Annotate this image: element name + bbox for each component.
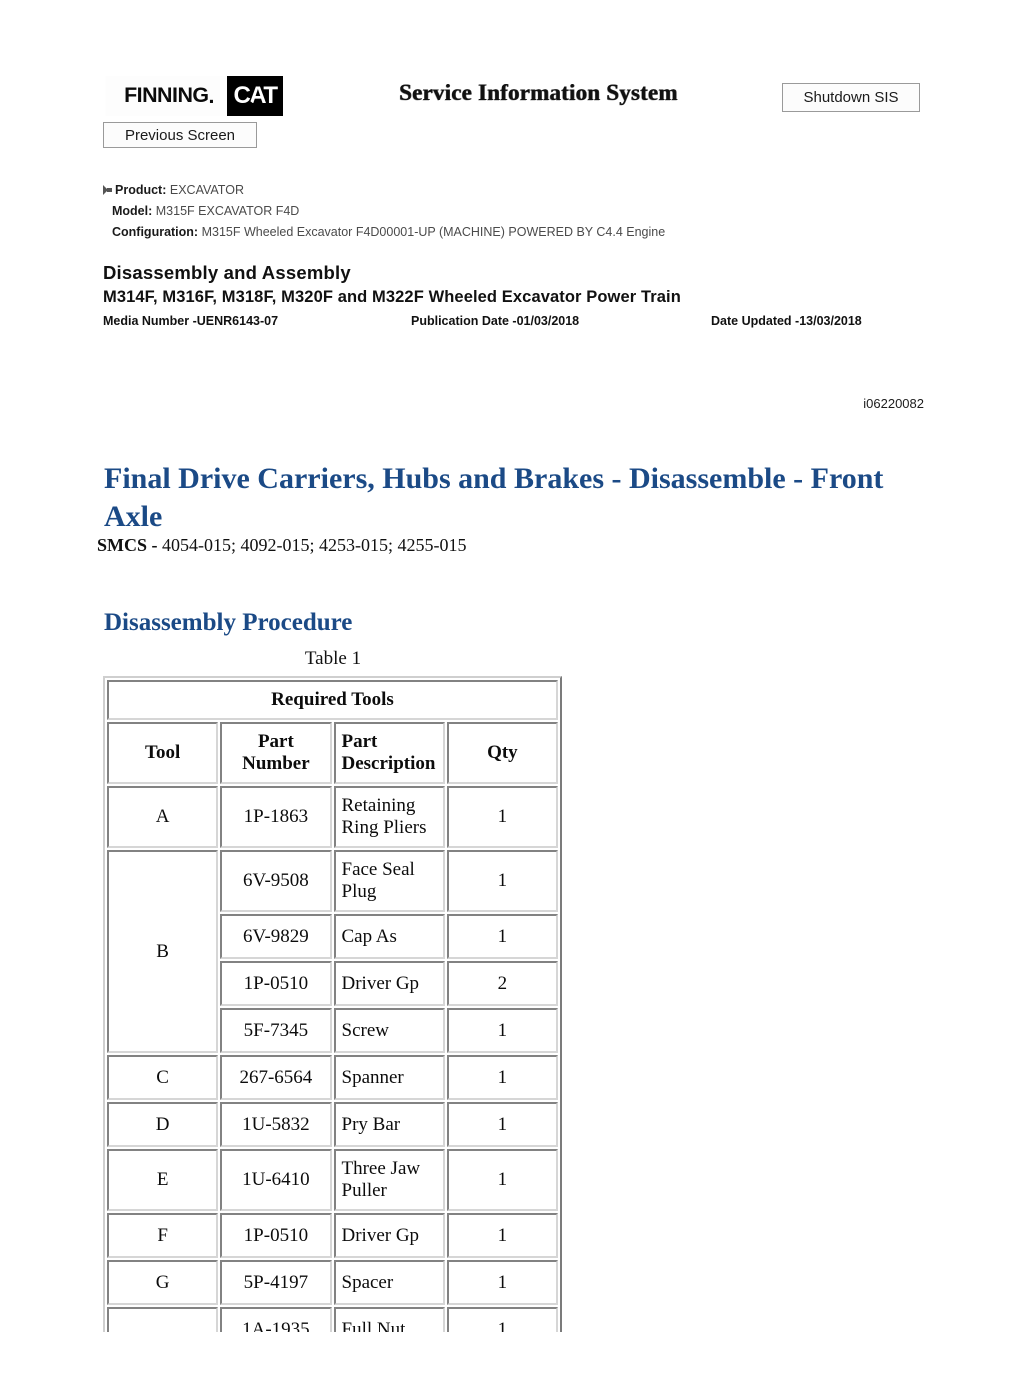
finning-cat-logo: FINNING. CAT bbox=[105, 76, 283, 116]
cell-part-number: 5P-4197 bbox=[220, 1260, 332, 1305]
cell-tool: H bbox=[107, 1307, 219, 1332]
model-label: Model: bbox=[112, 204, 153, 218]
cell-part-number: 267-6564 bbox=[220, 1055, 332, 1100]
document-id: i06220082 bbox=[863, 396, 924, 411]
table-title-row: Required Tools bbox=[107, 680, 558, 720]
cell-part-number: 6V-9508 bbox=[220, 850, 332, 912]
cat-logo-badge: CAT bbox=[227, 76, 283, 116]
cell-qty: 1 bbox=[446, 1149, 558, 1211]
page-title: Final Drive Carriers, Hubs and Brakes - … bbox=[104, 462, 884, 534]
smcs-codes: 4054-015; 4092-015; 4253-015; 4255-015 bbox=[157, 535, 467, 555]
cell-part-description: Face Seal Plug bbox=[333, 850, 445, 912]
cell-part-number: 1P-1863 bbox=[220, 786, 332, 848]
document-meta-line: Media Number -UENR6143-07 Publication Da… bbox=[103, 312, 963, 330]
cat-wedge-icon bbox=[238, 101, 262, 110]
previous-screen-button[interactable]: Previous Screen bbox=[103, 122, 257, 148]
table-row: D 1U-5832 Pry Bar 1 bbox=[107, 1102, 558, 1147]
model-value: M315F EXCAVATOR F4D bbox=[155, 204, 300, 218]
cell-part-number: 1P-0510 bbox=[220, 961, 332, 1006]
publication-date: Publication Date -01/03/2018 bbox=[411, 314, 580, 328]
table-row: A 1P-1863 Retaining Ring Pliers 1 bbox=[107, 786, 558, 848]
finning-wordmark: FINNING. bbox=[105, 76, 229, 116]
cell-part-number: 1A-1935 bbox=[220, 1307, 332, 1332]
meta-row-product: Product: EXCAVATOR bbox=[103, 180, 963, 201]
cell-part-description: Pry Bar bbox=[333, 1102, 445, 1147]
finning-wordmark-dot: . bbox=[208, 84, 215, 108]
document-heading: Disassembly and Assembly bbox=[103, 262, 351, 283]
cell-qty: 1 bbox=[446, 850, 558, 912]
smcs-line: SMCS - 4054-015; 4092-015; 4253-015; 425… bbox=[97, 535, 467, 556]
cell-qty: 1 bbox=[446, 1102, 558, 1147]
cell-part-description: Retaining Ring Pliers bbox=[333, 786, 445, 848]
cell-part-description: Spanner bbox=[333, 1055, 445, 1100]
configuration-label: Configuration: bbox=[112, 225, 199, 239]
cell-part-description: Driver Gp bbox=[333, 961, 445, 1006]
table-header-row: Tool Part Number Part Description Qty bbox=[107, 722, 558, 784]
cell-part-description: Cap As bbox=[333, 914, 445, 959]
table-row: B 6V-9508 Face Seal Plug 1 bbox=[107, 850, 558, 1053]
cell-qty: 2 bbox=[446, 961, 558, 1006]
cell-part-description: Full Nut bbox=[333, 1307, 445, 1332]
column-header-qty: Qty bbox=[446, 722, 558, 784]
cell-qty: 1 bbox=[446, 1213, 558, 1258]
table-caption: Table 1 bbox=[304, 648, 362, 669]
shutdown-sis-button[interactable]: Shutdown SIS bbox=[782, 83, 920, 112]
smcs-label: SMCS - bbox=[97, 535, 158, 555]
table-row: E 1U-6410 Three Jaw Puller 1 bbox=[107, 1149, 558, 1211]
cell-part-number: 5F-7345 bbox=[220, 1008, 332, 1053]
cell-tool: F bbox=[107, 1213, 219, 1258]
cell-part-description: Spacer bbox=[333, 1260, 445, 1305]
breadcrumb-meta: Product: EXCAVATOR Model: M315F EXCAVATO… bbox=[103, 180, 963, 243]
document-subheading: M314F, M316F, M318F, M320F and M322F Whe… bbox=[103, 288, 681, 306]
cell-tool: C bbox=[107, 1055, 219, 1100]
meta-row-configuration: Configuration: M315F Wheeled Excavator F… bbox=[103, 222, 963, 243]
media-number: Media Number -UENR6143-07 bbox=[103, 314, 279, 328]
page-header: FINNING. CAT Service Information System … bbox=[0, 0, 1024, 160]
cell-part-number: 1U-5832 bbox=[220, 1102, 332, 1147]
app-title: Service Information System bbox=[399, 80, 678, 105]
cell-part-description: Driver Gp bbox=[333, 1213, 445, 1258]
cell-tool: E bbox=[107, 1149, 219, 1211]
cell-part-number: 6V-9829 bbox=[220, 914, 332, 959]
required-tools-table-container: Required Tools Tool Part Number Part Descri… bbox=[103, 676, 562, 1332]
product-label: Product: bbox=[115, 183, 167, 197]
cell-qty: 1 bbox=[446, 786, 558, 848]
cell-tool: D bbox=[107, 1102, 219, 1147]
table-row: F 1P-0510 Driver Gp 1 bbox=[107, 1213, 558, 1258]
cell-part-number: 1P-0510 bbox=[220, 1213, 332, 1258]
section-title: Disassembly Procedure bbox=[104, 608, 353, 636]
cell-qty: 1 bbox=[446, 1260, 558, 1305]
table-row: H1A-1935Full Nut1 bbox=[107, 1307, 558, 1332]
column-header-part-description: Part Description bbox=[333, 722, 445, 784]
document-heading-block: Disassembly and Assembly M314F, M316F, M… bbox=[103, 260, 963, 330]
date-updated: Date Updated -13/03/2018 bbox=[711, 314, 862, 328]
required-tools-table: Required Tools Tool Part Number Part Descri… bbox=[103, 676, 562, 1332]
cell-part-number: 1U-6410 bbox=[220, 1149, 332, 1211]
column-header-tool: Tool bbox=[107, 722, 219, 784]
meta-row-model: Model: M315F EXCAVATOR F4D bbox=[103, 201, 963, 222]
table-title-cell: Required Tools bbox=[107, 680, 558, 720]
cell-tool: A bbox=[107, 786, 219, 848]
cell-tool: G bbox=[107, 1260, 219, 1305]
cell-tool: B bbox=[107, 850, 219, 1053]
cell-part-description: Three Jaw Puller bbox=[333, 1149, 445, 1211]
finning-wordmark-text: FINNING bbox=[124, 84, 209, 107]
cell-qty: 1 bbox=[446, 1008, 558, 1053]
cell-qty: 1 bbox=[446, 1307, 558, 1332]
table-row: G 5P-4197 Spacer 1 bbox=[107, 1260, 558, 1305]
cell-qty: 1 bbox=[446, 1055, 558, 1100]
cell-qty: 1 bbox=[446, 914, 558, 959]
column-header-part-number: Part Number bbox=[220, 722, 332, 784]
speaker-icon bbox=[103, 185, 114, 195]
table-row: C 267-6564 Spanner 1 bbox=[107, 1055, 558, 1100]
product-value: EXCAVATOR bbox=[169, 183, 244, 197]
configuration-value: M315F Wheeled Excavator F4D00001-UP (MAC… bbox=[201, 225, 666, 239]
cell-part-description: Screw bbox=[333, 1008, 445, 1053]
